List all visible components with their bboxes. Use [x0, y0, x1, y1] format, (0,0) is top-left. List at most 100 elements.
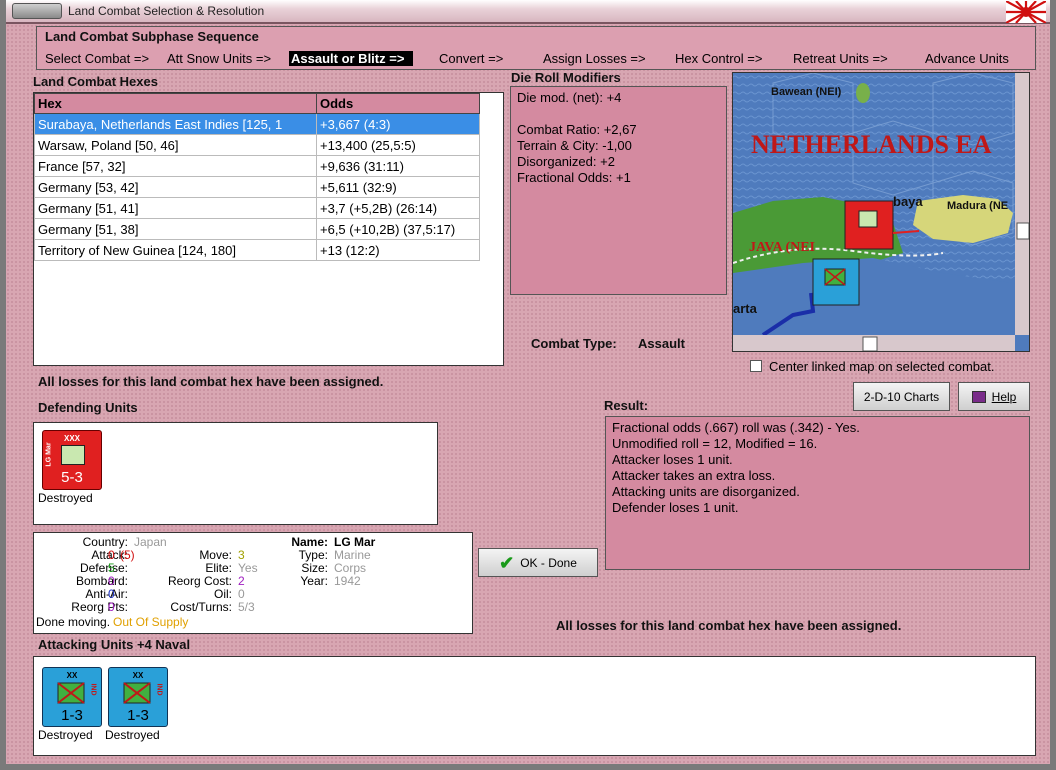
drm-line: Disorganized: +2 — [517, 154, 615, 169]
attacker-nation: IND — [89, 683, 97, 696]
linked-map[interactable]: Bawean (NEI) NETHERLANDS EA baya Madura … — [732, 72, 1030, 352]
country-label: Country: — [82, 535, 128, 549]
subphase-title: Land Combat Subphase Sequence — [45, 29, 259, 44]
result-line: Attacker takes an extra loss. — [612, 468, 776, 483]
attacker-size: XX — [66, 671, 78, 680]
hex-cell: Warsaw, Poland [50, 46] — [34, 134, 317, 156]
drm-line: Terrain & City: -1,00 — [517, 138, 632, 153]
result-line: Attacker loses 1 unit. — [612, 452, 733, 467]
country-value: Japan — [134, 535, 167, 549]
defender-status: Destroyed — [38, 491, 93, 505]
center-map-label: Center linked map on selected combat. — [769, 359, 995, 374]
hex-row[interactable]: Surabaya, Netherlands East Indies [125, … — [34, 113, 480, 135]
result-box: Fractional odds (.667) roll was (.342) -… — [605, 416, 1030, 570]
step-assign-losses[interactable]: Assign Losses => — [543, 51, 675, 66]
oil-value: 0 — [238, 587, 245, 601]
hex-row[interactable]: Germany [53, 42] +5,611 (32:9) — [34, 176, 480, 198]
col-odds[interactable]: Odds — [316, 93, 480, 114]
charts-button[interactable]: 2-D-10 Charts — [853, 382, 950, 411]
drm-line: Fractional Odds: +1 — [517, 170, 631, 185]
size-label: Size: — [301, 561, 328, 575]
step-convert[interactable]: Convert => — [439, 51, 543, 66]
antiair-value: 0 — [108, 587, 115, 601]
help-button[interactable]: Help — [958, 382, 1030, 411]
window-menu-button[interactable] — [12, 3, 62, 19]
attacker-size: XX — [132, 671, 144, 680]
defending-units-box: XXX LG Mar 5-3 Destroyed — [33, 422, 438, 525]
attack-value: 0 — [108, 548, 115, 562]
checkmark-icon: ✔ — [499, 552, 515, 573]
odds-cell: +3,667 (4:3) — [316, 113, 480, 135]
hexes-table: Hex Odds Surabaya, Netherlands East Indi… — [34, 93, 480, 261]
step-assault-or-blitz[interactable]: Assault or Blitz => — [289, 51, 413, 66]
attacking-title: Attacking Units +4 Naval — [38, 637, 191, 652]
defending-title: Defending Units — [38, 400, 138, 415]
odds-cell: +9,636 (31:11) — [316, 155, 480, 177]
help-button-label: Help — [991, 389, 1017, 404]
result-line: Defender loses 1 unit. — [612, 500, 739, 515]
center-map-checkbox[interactable] — [750, 360, 762, 372]
drm-title: Die Roll Modifiers — [511, 70, 621, 85]
map-counter-attacker — [812, 258, 860, 306]
hex-row[interactable]: Germany [51, 41] +3,7 (+5,2B) (26:14) — [34, 197, 480, 219]
move-label: Move: — [199, 548, 232, 562]
drm-line: Die mod. (net): +4 — [517, 90, 622, 105]
attacker-counter[interactable]: XX IND 1-3 — [108, 667, 168, 727]
name-value: LG Mar — [334, 535, 376, 549]
step-att-snow-units[interactable]: Att Snow Units => — [167, 51, 289, 66]
move-value: 3 — [238, 548, 245, 562]
reorg-cost-value: 2 — [238, 574, 245, 588]
hex-row[interactable]: Germany [51, 38] +6,5 (+10,2B) (37,5:17) — [34, 218, 480, 240]
drm-box: Die mod. (net): +4 Combat Ratio: +2,67 T… — [510, 86, 727, 295]
step-advance-units[interactable]: Advance Units — [925, 51, 1009, 66]
title-bar: Land Combat Selection & Resolution — [6, 0, 1050, 24]
col-hex[interactable]: Hex — [34, 93, 317, 114]
result-line: Fractional odds (.667) roll was (.342) -… — [612, 420, 860, 435]
attacker-counter[interactable]: XX IND 1-3 — [42, 667, 102, 727]
losses-message-bottom: All losses for this land combat hex have… — [556, 618, 902, 633]
combat-type-label: Combat Type: — [531, 336, 617, 351]
attacker-strength: 1-3 — [127, 707, 149, 724]
ok-done-label: OK - Done — [520, 555, 577, 570]
combat-type-value: Assault — [638, 336, 685, 351]
map-label-madura: Madura (NE — [947, 200, 1008, 212]
result-title: Result: — [604, 398, 649, 413]
step-hex-control[interactable]: Hex Control => — [675, 51, 793, 66]
result-line: Unmodified roll = 12, Modified = 16. — [612, 436, 818, 451]
type-value: Marine — [334, 548, 371, 562]
hex-cell: Germany [53, 42] — [34, 176, 317, 198]
map-graphic: Bawean (NEI) NETHERLANDS EA baya Madura … — [733, 73, 1029, 351]
step-select-combat[interactable]: Select Combat => — [45, 51, 167, 66]
book-icon — [971, 390, 986, 403]
ok-done-button[interactable]: ✔ OK - Done — [478, 548, 598, 577]
subphase-steps: Select Combat => Att Snow Units => Assau… — [45, 51, 1009, 66]
drm-line — [517, 106, 720, 122]
hex-cell: Territory of New Guinea [124, 180] — [34, 239, 317, 261]
bombard-value: 0 — [108, 574, 115, 588]
hex-row[interactable]: Territory of New Guinea [124, 180] +13 (1… — [34, 239, 480, 261]
odds-cell: +13,400 (25,5:5) — [316, 134, 480, 156]
infantry-symbol-icon — [57, 682, 85, 704]
hex-cell: France [57, 32] — [34, 155, 317, 177]
infantry-symbol-icon — [123, 682, 151, 704]
hex-row[interactable]: France [57, 32] +9,636 (31:11) — [34, 155, 480, 177]
year-label: Year: — [300, 574, 328, 588]
hexes-list[interactable]: Hex Odds Surabaya, Netherlands East Indi… — [33, 92, 504, 366]
map-label-netherlands: NETHERLANDS EA — [751, 130, 992, 159]
done-moving-label: Done moving. — [36, 615, 111, 629]
unit-info-box: Country: Japan Attack: 0 (5) Defense: 5 … — [33, 532, 473, 634]
attacker-status: Destroyed — [105, 728, 160, 742]
antiair-label: Anti-Air: — [85, 587, 128, 601]
oil-label: Oil: — [214, 587, 232, 601]
defense-label: Defense: — [79, 561, 128, 575]
hex-row[interactable]: Warsaw, Poland [50, 46] +13,400 (25,5:5) — [34, 134, 480, 156]
reorg-pts-label: Reorg Pts: — [71, 600, 128, 614]
attacker-nation: IND — [155, 683, 163, 696]
defender-strength: 5-3 — [61, 469, 83, 486]
window-title: Land Combat Selection & Resolution — [68, 4, 265, 18]
defender-counter[interactable]: XXX LG Mar 5-3 — [42, 430, 102, 490]
drm-line: Combat Ratio: +2,67 — [517, 122, 637, 137]
step-retreat-units[interactable]: Retreat Units => — [793, 51, 925, 66]
subphase-sequence: Land Combat Subphase Sequence Select Com… — [36, 26, 1036, 70]
year-value: 1942 — [334, 574, 361, 588]
